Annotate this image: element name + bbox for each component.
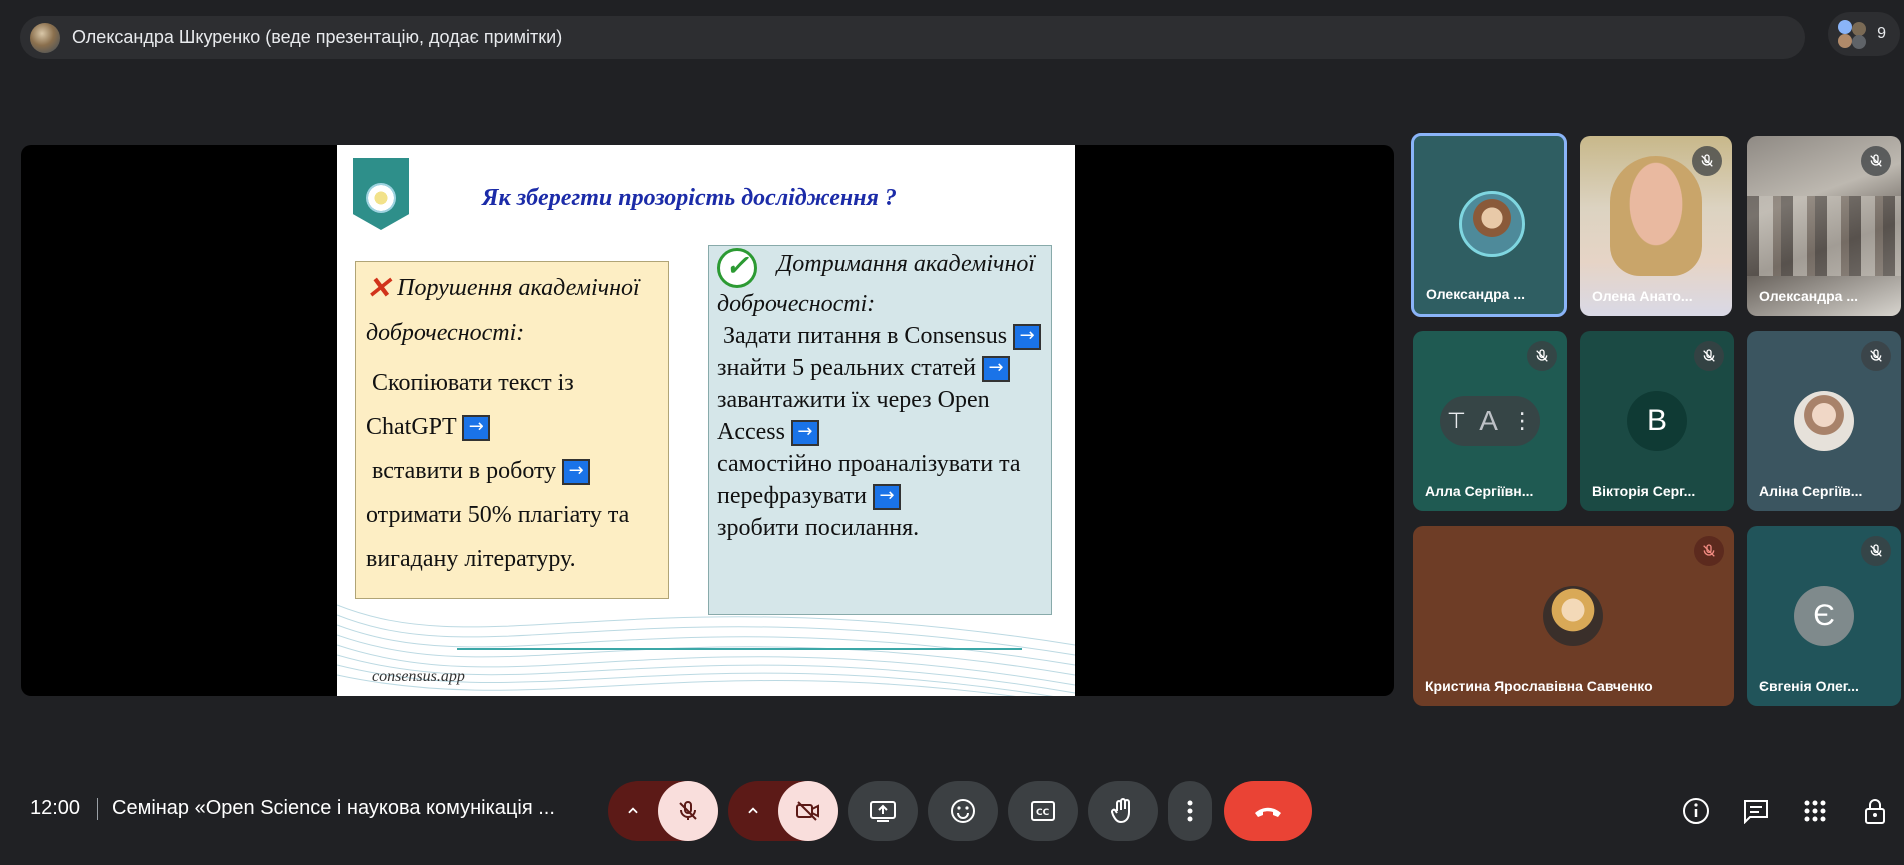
presenter-label: Олександра Шкуренко (веде презентацію, д… xyxy=(72,27,563,47)
camera-toggle-button[interactable] xyxy=(778,781,838,841)
chevron-up-icon xyxy=(748,807,758,814)
meeting-details-button[interactable] xyxy=(1680,795,1712,827)
avatar: В xyxy=(1627,391,1687,451)
mic-off-icon xyxy=(1861,146,1891,176)
tile-hover-controls[interactable]: ⊤ А ⋮ xyxy=(1440,396,1540,446)
lock-person-icon xyxy=(1865,799,1885,824)
svg-text:CC: CC xyxy=(1036,808,1050,818)
avatar: Є xyxy=(1794,586,1854,646)
participant-tile[interactable]: В Вікторія Серг... xyxy=(1580,331,1734,511)
integrity-heading: Дотримання академічної доброчесності: xyxy=(717,251,1036,317)
slide-divider xyxy=(457,648,1022,650)
meeting-title: Семінар «Open Science і наукова комуніка… xyxy=(112,797,555,819)
mic-toggle-button[interactable] xyxy=(658,781,718,841)
integrity-line-3: завантажити їх через Open Access xyxy=(717,387,990,445)
raise-hand-button[interactable] xyxy=(1088,781,1158,841)
participant-tile[interactable]: Олександра ... xyxy=(1747,136,1901,316)
participant-tile[interactable]: Є Євгенія Олег... xyxy=(1747,526,1901,706)
video-feed xyxy=(1747,196,1901,276)
mic-off-icon xyxy=(679,800,697,820)
emoji-icon xyxy=(951,799,975,823)
participant-tile[interactable]: Кристина Ярославівна Савченко xyxy=(1413,526,1734,706)
mic-off-icon xyxy=(1694,341,1724,371)
integrity-line-5: зробити посилання. xyxy=(717,515,920,541)
integrity-line-2: знайти 5 реальних статей xyxy=(717,355,977,381)
meeting-clock: 12:00 xyxy=(30,797,81,819)
present-to-all-icon xyxy=(870,801,896,822)
participant-name: Олександра ... xyxy=(1759,288,1859,304)
slide-footer: consensus.app xyxy=(372,668,465,685)
closed-captions-icon: CC xyxy=(1031,801,1055,821)
activities-button[interactable] xyxy=(1799,795,1831,827)
arrow-right-icon: → xyxy=(982,356,1011,383)
people-count: 9 xyxy=(1877,25,1886,42)
participant-name: Алла Сергіївн... xyxy=(1425,483,1534,499)
arrow-right-icon: → xyxy=(873,484,901,511)
bottom-bar-divider xyxy=(97,798,98,820)
integrity-line-4: самостійно проаналізувати та перефразува… xyxy=(717,451,1021,509)
participant-name: Аліна Сергіїв... xyxy=(1759,483,1863,499)
violation-line-3: отримати 50% плагіату та вигадану літера… xyxy=(366,502,630,572)
hand-icon xyxy=(1111,798,1130,824)
chevron-up-icon xyxy=(628,807,638,814)
slide-title: Як зберегти прозорість дослідження ? xyxy=(482,185,897,211)
people-button[interactable]: 9 xyxy=(1828,12,1900,56)
integrity-line-1: Задати питання в Consensus xyxy=(723,323,1008,349)
host-controls-button[interactable] xyxy=(1860,795,1892,827)
apps-grid-icon xyxy=(1804,800,1826,822)
participant-tile[interactable]: ⊤ А ⋮ Алла Сергіївн... xyxy=(1413,331,1567,511)
leave-call-button[interactable] xyxy=(1224,781,1312,841)
more-vert-icon[interactable]: ⋮ xyxy=(1511,408,1533,434)
mic-off-icon xyxy=(1527,341,1557,371)
university-logo-icon xyxy=(353,158,409,230)
violation-heading: Порушення академічної доброчесності: xyxy=(366,275,640,346)
info-icon xyxy=(1683,798,1709,824)
avatar xyxy=(1459,191,1525,257)
checkmark-icon: ✓ xyxy=(717,248,757,288)
more-vert-icon xyxy=(1187,800,1193,822)
presentation-slide: Як зберегти прозорість дослідження ? ✕ По… xyxy=(337,145,1075,696)
arrow-right-icon: → xyxy=(462,415,491,442)
integrity-box: ✓ Дотримання академічної доброчесності: З… xyxy=(708,245,1052,615)
presenter-avatar xyxy=(30,22,60,53)
mic-off-icon xyxy=(1694,536,1724,566)
camera-off-icon xyxy=(796,801,819,821)
participant-tile[interactable]: Аліна Сергіїв... xyxy=(1747,331,1901,511)
captions-button[interactable]: CC xyxy=(1008,781,1078,841)
cross-icon: ✕ xyxy=(366,272,392,305)
people-avatars-icon xyxy=(1836,18,1868,50)
participant-tile[interactable]: Олена Анато... xyxy=(1580,136,1732,316)
arrow-right-icon: → xyxy=(790,420,819,447)
participant-name: Вікторія Серг... xyxy=(1592,483,1696,499)
participant-tile[interactable]: Олександра ... xyxy=(1411,133,1567,317)
present-screen-button[interactable] xyxy=(848,781,918,841)
avatar xyxy=(1543,586,1603,646)
violation-box: ✕ Порушення академічної доброчесності: Ск… xyxy=(355,261,669,599)
participant-name: Кристина Ярославівна Савченко xyxy=(1425,678,1653,694)
presentation-stage: Як зберегти прозорість дослідження ? ✕ По… xyxy=(21,145,1394,696)
participant-name: Олександра ... xyxy=(1426,286,1526,302)
arrow-right-icon: → xyxy=(562,459,591,486)
violation-line-2: вставити в роботу xyxy=(372,458,557,484)
pin-icon[interactable]: ⊤ xyxy=(1447,408,1466,434)
avatar xyxy=(1794,391,1854,451)
chat-icon xyxy=(1744,800,1768,824)
reactions-button[interactable] xyxy=(928,781,998,841)
presenter-bar[interactable]: Олександра Шкуренко (веде презентацію, д… xyxy=(20,16,1805,59)
call-end-icon xyxy=(1255,807,1281,817)
avatar: А xyxy=(1479,405,1498,436)
participant-name: Олена Анато... xyxy=(1592,288,1693,304)
mic-off-icon xyxy=(1692,146,1722,176)
mic-off-icon xyxy=(1861,536,1891,566)
chat-button[interactable] xyxy=(1740,795,1772,827)
more-options-button[interactable] xyxy=(1168,781,1212,841)
mic-off-icon xyxy=(1861,341,1891,371)
arrow-right-icon: → xyxy=(1013,324,1042,351)
video-feed xyxy=(1610,156,1702,276)
participant-name: Євгенія Олег... xyxy=(1759,678,1859,694)
